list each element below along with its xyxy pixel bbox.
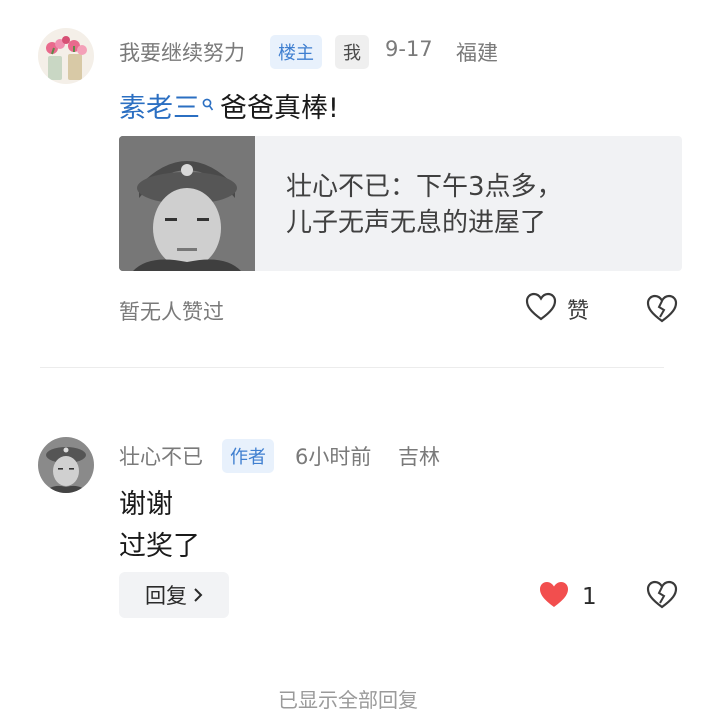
chevron-right-icon [193,587,203,603]
like-button[interactable]: 赞 [525,292,589,326]
author-badge: 作者 [222,439,274,473]
comment-username[interactable]: 壮心不已 [119,441,203,471]
heart-outline-icon [525,292,557,326]
comment-location: 吉林 [398,445,440,469]
me-badge: 我 [335,35,369,69]
comment-date: 9-17 [385,37,433,61]
divider [40,367,664,368]
quote-line-1: 壮心不已：下午3点多， [286,172,563,202]
like-count: 1 [582,584,597,610]
comment-username[interactable]: 我要继续努力 [119,37,245,67]
search-icon [202,88,214,119]
comment-time: 6小时前 [295,445,372,469]
avatar-soldier[interactable] [38,437,94,493]
quote-card[interactable]: 壮心不已：下午3点多， 儿子无声无息的进屋了 [119,136,682,271]
reply-button[interactable]: 回复 [119,572,229,618]
comment-text: 爸爸真棒! [220,93,339,124]
floor-owner-badge: 楼主 [270,35,322,69]
quote-line-2: 儿子无声无息的进屋了 [286,208,547,238]
comment-location: 福建 [456,41,498,65]
avatar-flowers[interactable] [38,28,94,84]
reply-label: 回复 [145,584,187,608]
like-button[interactable]: 1 [538,580,597,614]
mention-link[interactable]: 素老三 [119,93,200,124]
like-label: 赞 [567,299,590,324]
all-replies-shown: 已显示全部回复 [278,688,418,712]
broken-heart-icon[interactable] [646,294,678,328]
likes-status: 暂无人赞过 [119,300,224,324]
heart-filled-icon [538,580,570,614]
comment-text-line-1: 谢谢 [119,489,173,520]
broken-heart-icon[interactable] [646,580,678,614]
comment-content: 素老三 爸爸真棒! [119,86,339,125]
comment-text-line-2: 过奖了 [119,531,200,562]
quote-photo [119,136,255,271]
